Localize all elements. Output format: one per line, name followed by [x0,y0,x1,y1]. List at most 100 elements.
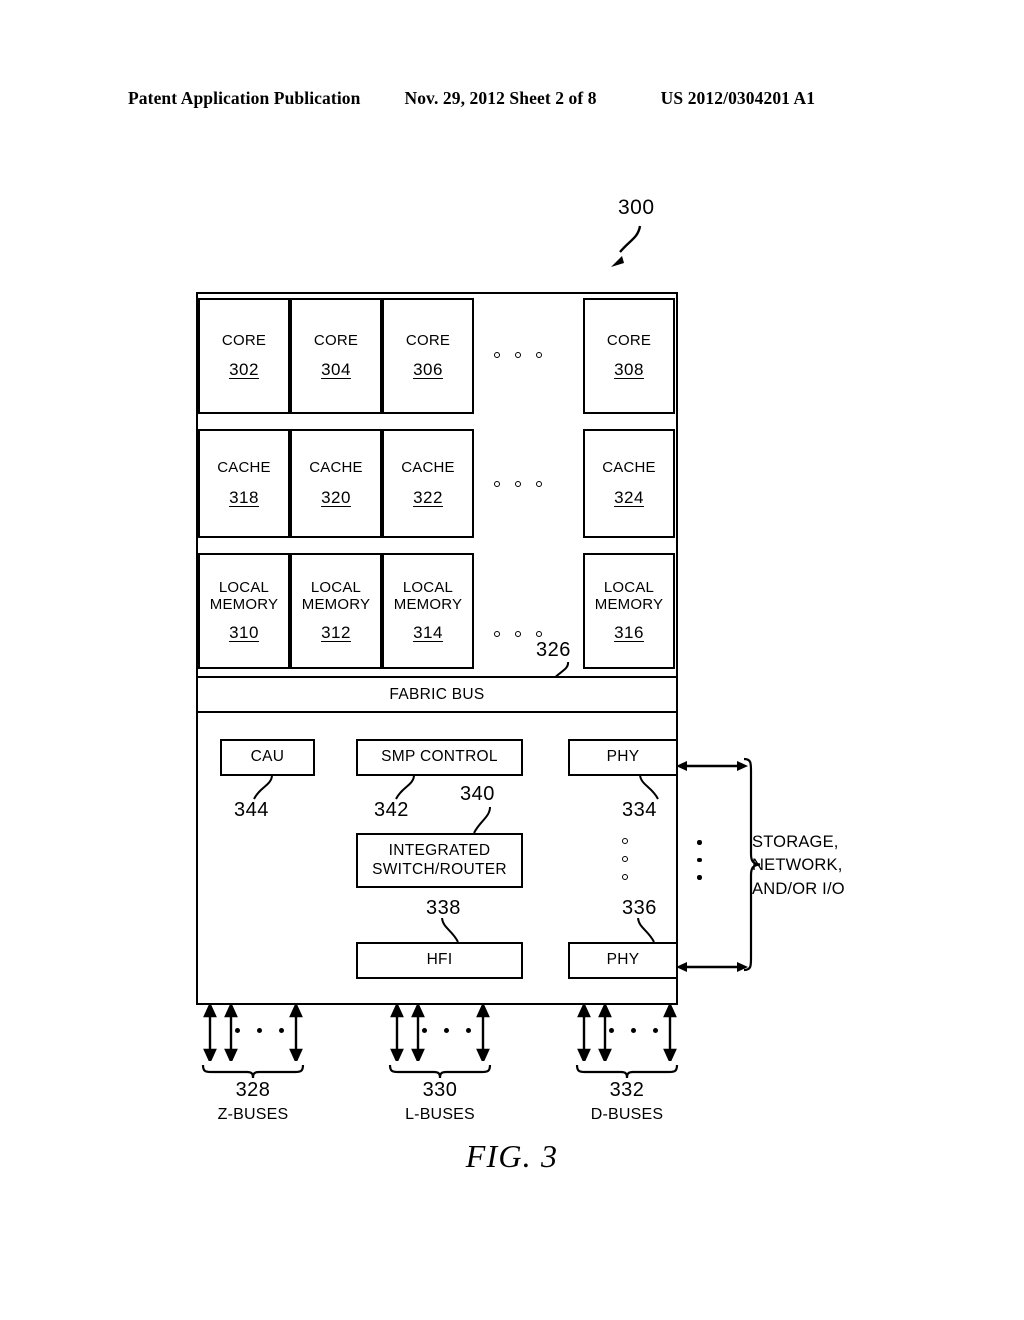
ellipsis-circle-icon [494,631,500,637]
l-bus-reference-number: 330 [422,1079,458,1101]
phy-block-334[interactable]: PHY [568,739,678,776]
hfi-reference-number: 338 [426,897,461,919]
z-bus-arrows [203,1005,303,1061]
ellipsis-circle-icon [494,481,500,487]
smp-control-block-label: SMP CONTROL [381,748,498,766]
d-bus-arrows [577,1005,677,1061]
cache-block-number: 318 [229,487,259,507]
phy-bottom-io-arrow [676,962,748,972]
integrated-switch-router-reference-number: 340 [460,783,495,805]
phy-vertical-ellipsis [622,838,628,880]
phy-bottom-leader-line [637,918,655,943]
ellipsis-circle-icon [536,631,542,637]
cau-block-label: CAU [250,748,285,766]
core-block-number: 308 [614,360,644,380]
ellipsis-circle-icon [536,481,542,487]
local-memory-block-316[interactable]: LOCAL MEMORY 316 [583,553,675,669]
phy-bottom-reference-number: 336 [622,897,657,919]
smp-control-block[interactable]: SMP CONTROL [356,739,523,776]
z-bus-brace [201,1064,305,1079]
d-bus-reference-number: 332 [609,1079,645,1101]
phy-block-336[interactable]: PHY [568,942,678,979]
phy-top-leader-line [639,775,659,800]
publication-date-sheet: Nov. 29, 2012 Sheet 2 of 8 [404,88,597,108]
diagram-reference-300: 300 [618,196,655,219]
local-memory-block-number: 314 [413,622,443,642]
ellipsis-circle-icon [515,481,521,487]
local-memory-row-ellipsis [494,631,542,637]
hfi-block-label: HFI [426,951,453,969]
ellipsis-dot-icon [257,1028,262,1033]
core-block-label: CORE [405,331,451,349]
ellipsis-dot-icon [235,1028,240,1033]
chip-logic-area: CAU 344 SMP CONTROL 342 340 INTEGRATED S… [198,713,678,1002]
ellipsis-dot-icon [444,1028,449,1033]
cau-reference-number: 344 [234,799,269,821]
cache-block-label: CACHE [217,459,271,477]
local-memory-block-314[interactable]: LOCAL MEMORY 314 [382,553,474,669]
ellipsis-dot-icon [422,1028,427,1033]
cache-block-324[interactable]: CACHE 324 [583,429,675,538]
l-bus-arrows [390,1005,490,1061]
cau-leader-line [253,775,273,800]
core-block-308[interactable]: CORE 308 [583,298,675,414]
hfi-leader-line [441,918,459,943]
core-block-label: CORE [221,331,267,349]
d-bus-ellipsis [609,1028,658,1033]
cache-block-label: CACHE [602,459,656,477]
core-block-number: 302 [229,360,259,380]
core-block-306[interactable]: CORE 306 [382,298,474,414]
local-memory-block-label: LOCAL MEMORY [301,579,371,613]
l-bus-label: L-BUSES [405,1106,475,1123]
cache-block-318[interactable]: CACHE 318 [198,429,290,538]
publication-header: Patent Application Publication Nov. 29, … [128,88,896,114]
local-memory-block-310[interactable]: LOCAL MEMORY 310 [198,553,290,669]
cache-block-number: 324 [614,487,644,507]
cache-block-322[interactable]: CACHE 322 [382,429,474,538]
ellipsis-circle-icon [515,631,521,637]
core-row: CORE 302 CORE 304 CORE 306 CORE 308 [198,294,676,418]
figure-caption-text: FIG. 3 [465,1138,559,1174]
d-bus-label: D-BUSES [590,1106,664,1123]
local-memory-block-label: LOCAL MEMORY [209,579,279,613]
smp-control-leader-line [395,775,415,800]
z-bus-ellipsis [235,1028,284,1033]
ellipsis-dot-icon [466,1028,471,1033]
smp-control-reference-number: 342 [374,799,409,821]
z-bus-reference-number: 328 [235,1079,271,1101]
ellipsis-dot-icon [697,857,702,862]
d-bus-brace [575,1064,679,1079]
cache-row: CACHE 318 CACHE 320 CACHE 322 CACHE 324 [198,425,676,542]
fabric-bus[interactable]: FABRIC BUS [198,676,676,713]
publication-type: Patent Application Publication [128,88,361,108]
figure-caption: FIG. 3 [0,1138,1024,1175]
local-memory-block-312[interactable]: LOCAL MEMORY 312 [290,553,382,669]
z-bus-label: Z-BUSES [217,1106,289,1123]
integrated-switch-router-block-label: INTEGRATED SWITCH/ROUTER [372,841,507,878]
cau-block[interactable]: CAU [220,739,315,776]
fabric-bus-reference-number: 326 [536,639,571,661]
ellipsis-dot-icon [697,875,702,880]
core-block-304[interactable]: CORE 304 [290,298,382,414]
core-block-label: CORE [606,331,652,349]
phy-top-io-arrow [676,761,748,771]
core-block-label: CORE [313,331,359,349]
core-block-302[interactable]: CORE 302 [198,298,290,414]
processor-chip-outline: CORE 302 CORE 304 CORE 306 CORE 308 CACH… [196,292,678,1005]
hfi-block[interactable]: HFI [356,942,523,979]
integrated-switch-router-block[interactable]: INTEGRATED SWITCH/ROUTER [356,833,523,888]
integrated-switch-router-leader-line [473,807,491,834]
l-bus-group: 330 L-BUSES [388,1005,492,1135]
cache-block-label: CACHE [401,459,455,477]
cache-block-label: CACHE [309,459,363,477]
d-bus-group: 332 D-BUSES [575,1005,679,1135]
ellipsis-circle-icon [622,856,628,862]
io-vertical-ellipsis [697,840,702,880]
ellipsis-dot-icon [631,1028,636,1033]
l-bus-ellipsis [422,1028,471,1033]
cache-block-number: 322 [413,487,443,507]
publication-number: US 2012/0304201 A1 [660,88,816,108]
cache-block-320[interactable]: CACHE 320 [290,429,382,538]
ellipsis-dot-icon [609,1028,614,1033]
z-bus-group: 328 Z-BUSES [201,1005,305,1135]
